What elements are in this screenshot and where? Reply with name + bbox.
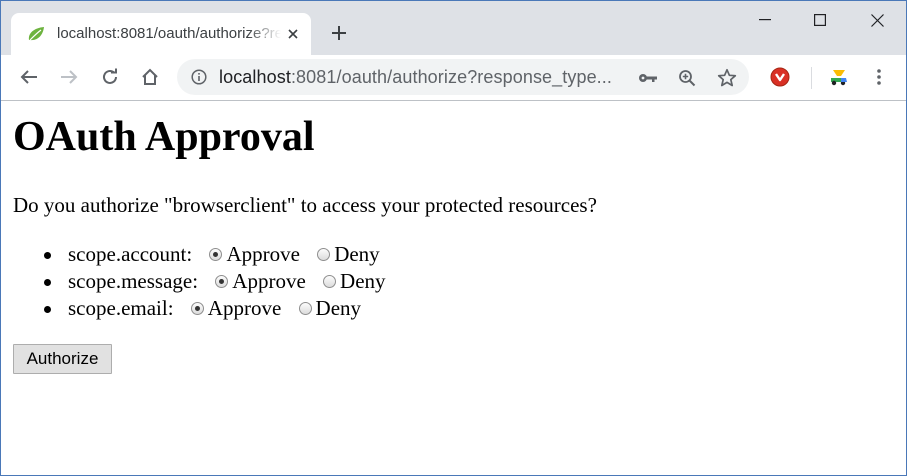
deny-radio[interactable]	[323, 275, 337, 288]
maximize-icon[interactable]	[797, 5, 843, 35]
info-icon[interactable]	[189, 68, 209, 86]
scope-item-email: scope.email: Approve Deny	[1, 295, 386, 322]
approve-label: Approve	[226, 242, 300, 266]
zoom-icon[interactable]	[676, 67, 698, 89]
extension-download-icon[interactable]	[766, 63, 794, 91]
home-icon[interactable]	[136, 63, 164, 91]
approve-radio[interactable]	[209, 248, 223, 261]
extension-icon[interactable]	[825, 63, 853, 91]
scope-label: scope.message:	[68, 269, 199, 293]
scope-item-message: scope.message: Approve Deny	[1, 268, 386, 295]
approve-radio[interactable]	[190, 302, 204, 315]
menu-icon[interactable]	[865, 63, 893, 91]
browser-tab[interactable]: localhost:8081/oauth/authorize?response_…	[11, 13, 311, 55]
authorize-button[interactable]: Authorize	[13, 344, 112, 374]
deny-label: Deny	[340, 269, 386, 293]
spring-leaf-icon	[26, 25, 46, 43]
address-bar[interactable]: localhost:8081/oauth/authorize?response_…	[177, 59, 749, 95]
deny-radio[interactable]	[317, 248, 331, 261]
reload-icon[interactable]	[96, 63, 124, 91]
tab-title: localhost:8081/oauth/authorize?response_…	[57, 25, 281, 42]
new-tab-plus-icon[interactable]	[327, 21, 351, 45]
window-close-icon[interactable]	[854, 5, 900, 35]
browser-window: localhost:8081/oauth/authorize?response_…	[0, 0, 907, 476]
deny-label: Deny	[315, 296, 362, 320]
browser-toolbar: localhost:8081/oauth/authorize?response_…	[1, 55, 906, 101]
scope-item-account: scope.account: Approve Deny	[1, 241, 386, 268]
approve-label: Approve	[232, 269, 306, 293]
key-icon[interactable]	[637, 67, 659, 89]
address-url[interactable]: localhost:8081/oauth/authorize?response_…	[219, 67, 631, 89]
url-host: localhost	[219, 67, 291, 87]
tab-strip: localhost:8081/oauth/authorize?response_…	[1, 1, 906, 55]
toolbar-separator	[811, 67, 812, 89]
forward-arrow-icon[interactable]	[55, 63, 83, 91]
back-arrow-icon[interactable]	[15, 63, 43, 91]
authorization-question: Do you authorize "browserclient" to acce…	[13, 193, 597, 217]
deny-label: Deny	[334, 242, 380, 266]
tab-close-icon[interactable]	[284, 25, 302, 43]
scope-list: scope.account: Approve Deny scope.messag…	[1, 241, 386, 322]
page-content: OAuth Approval Do you authorize "browser…	[1, 101, 906, 475]
scope-label: scope.account:	[68, 242, 193, 266]
approve-label: Approve	[207, 296, 282, 320]
url-path: :8081/oauth/authorize?response_type...	[290, 67, 612, 87]
star-icon[interactable]	[716, 67, 738, 89]
minimize-icon[interactable]	[742, 5, 788, 35]
deny-radio[interactable]	[298, 302, 312, 315]
approve-radio[interactable]	[215, 275, 229, 288]
scope-label: scope.email:	[68, 296, 174, 320]
page-title: OAuth Approval	[13, 114, 315, 160]
